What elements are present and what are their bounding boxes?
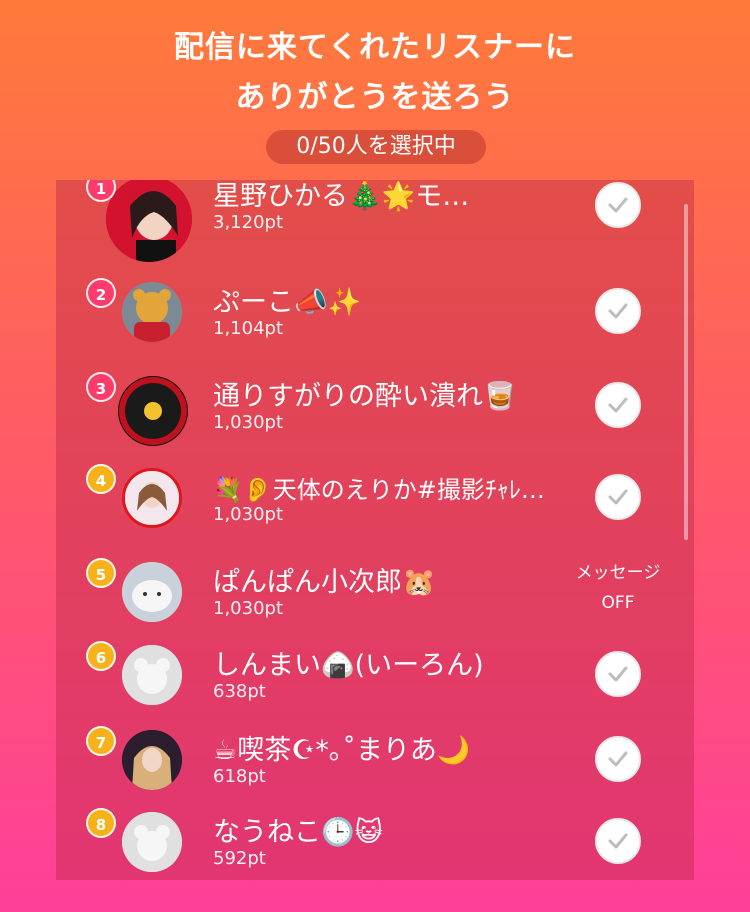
listener-name: 💐👂天体のえりか#撮影ﾁｬﾚ…	[213, 476, 545, 504]
select-checkbox[interactable]	[595, 474, 641, 520]
rank-badge: 8	[86, 808, 116, 838]
select-checkbox[interactable]	[595, 736, 641, 782]
listener-points: 638pt	[213, 681, 266, 702]
rank-badge: 2	[86, 278, 116, 308]
rank-badge: 5	[86, 558, 116, 588]
listener-row[interactable]: 8 なうねこ🕒😺 592pt	[56, 808, 694, 880]
check-icon	[608, 303, 628, 319]
avatar	[122, 468, 182, 528]
listener-row[interactable]: 3 通りすがりの酔い潰れ🥃 1,030pt	[56, 372, 694, 456]
rank-badge: 3	[86, 372, 116, 402]
listener-list[interactable]: 1 星野ひかる🎄🌟モ… 3,120pt 2 ぷーこ�	[56, 180, 694, 880]
select-checkbox[interactable]	[595, 382, 641, 428]
listener-row[interactable]: 6 しんまい🍙(いーろん) 638pt	[56, 641, 694, 725]
message-off-line1: メッセージ	[575, 563, 661, 583]
listener-row[interactable]: 2 ぷーこ📣✨ 1,104pt	[56, 278, 694, 362]
listener-name: しんまい🍙(いーろん)	[213, 650, 484, 681]
select-checkbox[interactable]	[595, 182, 641, 228]
listener-points: 592pt	[213, 848, 266, 869]
selected-counter: 0/50人を選択中	[266, 130, 486, 164]
listener-row[interactable]: 5 ぱんぱん小次郎🐹 1,030pt メッセージ OFF	[56, 558, 694, 642]
check-icon	[608, 489, 628, 505]
default-bear-avatar-icon	[122, 812, 182, 872]
check-icon	[608, 833, 628, 849]
listener-name: 通りすがりの酔い潰れ🥃	[213, 381, 517, 412]
check-icon	[608, 397, 628, 413]
select-checkbox[interactable]	[595, 288, 641, 334]
listener-name: ぱんぱん小次郎🐹	[213, 567, 436, 598]
listener-name: ☕喫茶☪︎*｡˚まりあ🌙	[213, 735, 471, 766]
avatar	[118, 376, 188, 446]
rank-badge: 4	[86, 464, 116, 494]
badge-logo-icon	[119, 377, 187, 445]
listener-points: 618pt	[213, 766, 266, 787]
listener-name: なうねこ🕒😺	[213, 817, 383, 848]
avatar	[122, 645, 182, 705]
rank-badge: 6	[86, 641, 116, 671]
listener-name: ぷーこ📣✨	[213, 287, 362, 318]
listener-points: 1,030pt	[213, 598, 284, 619]
listener-points: 3,120pt	[213, 212, 284, 233]
portrait-icon	[122, 730, 182, 790]
listener-row[interactable]: 4 💐👂天体のえりか#撮影ﾁｬﾚ… 1,030pt	[56, 464, 694, 548]
message-off-label: メッセージ OFF	[556, 558, 680, 618]
avatar	[122, 562, 182, 622]
title-line-2: ありがとうを送ろう	[235, 80, 515, 115]
avatar	[122, 812, 182, 872]
select-checkbox[interactable]	[595, 818, 641, 864]
listener-row[interactable]: 1 星野ひかる🎄🌟モ… 3,120pt	[56, 180, 694, 262]
message-off-line2: OFF	[601, 593, 635, 613]
avatar	[122, 282, 182, 342]
portrait-icon	[125, 471, 179, 525]
check-icon	[608, 751, 628, 767]
listener-name: 星野ひかる🎄🌟モ…	[213, 181, 470, 212]
select-checkbox[interactable]	[595, 651, 641, 697]
avatar-photo-icon	[106, 180, 192, 262]
listener-points: 1,030pt	[213, 412, 284, 433]
title-line-1: 配信に来てくれたリスナーに	[173, 30, 577, 65]
check-icon	[608, 197, 628, 213]
scrollbar[interactable]	[684, 204, 688, 540]
rank-badge: 7	[86, 726, 116, 756]
default-bear-avatar-icon	[122, 645, 182, 705]
listener-row[interactable]: 7 ☕喫茶☪︎*｡˚まりあ🌙 618pt	[56, 726, 694, 810]
listener-points: 1,104pt	[213, 318, 284, 339]
bear-plush-icon	[122, 282, 182, 342]
listener-points: 1,030pt	[213, 504, 284, 525]
check-icon	[608, 666, 628, 682]
avatar	[122, 730, 182, 790]
avatar	[106, 180, 192, 262]
hamster-icon	[122, 562, 182, 622]
